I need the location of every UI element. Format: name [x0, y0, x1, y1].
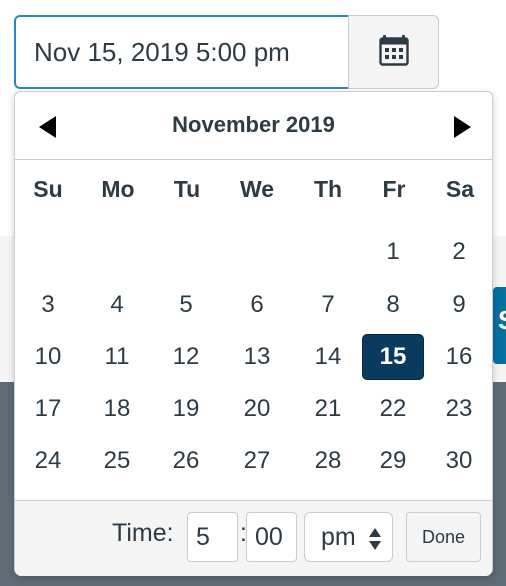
calendar-day[interactable]: 6	[226, 282, 288, 328]
ampm-value: pm	[321, 522, 356, 551]
calendar-day[interactable]: 16	[428, 334, 490, 380]
hour-input[interactable]: 5	[187, 512, 238, 562]
calendar-day[interactable]: 4	[86, 282, 148, 328]
minute-input[interactable]: 00	[246, 512, 297, 562]
calendar-day[interactable]: 24	[17, 438, 79, 484]
calendar-day[interactable]: 20	[226, 386, 288, 432]
next-month-button[interactable]	[447, 112, 477, 142]
done-button[interactable]: Done	[406, 512, 481, 562]
ampm-select[interactable]: pm	[304, 512, 393, 562]
weekday-label: Fr	[382, 176, 406, 202]
calendar-day[interactable]: 1	[362, 229, 424, 275]
calendar-icon	[378, 34, 409, 71]
weekday-label: Sa	[445, 176, 475, 202]
calendar-day[interactable]: 25	[86, 438, 148, 484]
background-blue-button[interactable]: S	[493, 287, 506, 364]
calendar-day[interactable]: 29	[362, 438, 424, 484]
month-title: November 2019	[172, 112, 335, 137]
calendar-day[interactable]: 7	[297, 282, 359, 328]
select-arrows-icon	[369, 528, 381, 550]
calendar-day[interactable]: 28	[297, 438, 359, 484]
calendar-day[interactable]: 26	[155, 438, 217, 484]
date-time-value: Nov 15, 2019 5:00 pm	[34, 36, 290, 67]
calendar-day[interactable]: 13	[226, 334, 288, 380]
calendar-day[interactable]: 12	[155, 334, 217, 380]
calendar-day[interactable]: 22	[362, 386, 424, 432]
calendar-day[interactable]: 8	[362, 282, 424, 328]
calendar-day[interactable]: 10	[17, 334, 79, 380]
calendar-day[interactable]: 23	[428, 386, 490, 432]
datepicker-header: November 2019	[15, 92, 492, 160]
minute-value: 00	[255, 522, 283, 551]
time-label: Time:	[112, 519, 174, 547]
calendar-day[interactable]: 18	[86, 386, 148, 432]
calendar-day[interactable]: 9	[428, 282, 490, 328]
weekday-label: Th	[313, 176, 343, 202]
weekday-header-row: Su Mo Tu We Th Fr Sa	[15, 176, 492, 208]
weekday-label: Tu	[173, 176, 201, 202]
background-button-label: S	[498, 305, 506, 336]
calendar-day[interactable]: 27	[226, 438, 288, 484]
calendar-day[interactable]: 17	[17, 386, 79, 432]
triangle-right-icon	[454, 116, 471, 138]
hour-value: 5	[196, 522, 210, 551]
calendar-day[interactable]: 19	[155, 386, 217, 432]
datepicker-popup: November 2019 Su Mo Tu We Th Fr Sa 12345…	[14, 91, 493, 576]
calendar-day[interactable]: 5	[155, 282, 217, 328]
calendar-day[interactable]: 3	[17, 282, 79, 328]
calendar-day[interactable]: 30	[428, 438, 490, 484]
weekday-label: We	[239, 176, 275, 202]
calendar-day[interactable]: 11	[86, 334, 148, 380]
weekday-label: Su	[33, 176, 63, 202]
calendar-button[interactable]	[348, 15, 439, 89]
calendar-day[interactable]: 21	[297, 386, 359, 432]
calendar-day-selected[interactable]: 15	[362, 334, 424, 380]
time-footer: Time: 5 : 00 pm Done	[15, 500, 492, 576]
calendar-day[interactable]: 14	[297, 334, 359, 380]
weekday-label: Mo	[101, 176, 135, 202]
calendar-day[interactable]: 2	[428, 229, 490, 275]
date-time-input[interactable]: Nov 15, 2019 5:00 pm	[14, 15, 348, 89]
